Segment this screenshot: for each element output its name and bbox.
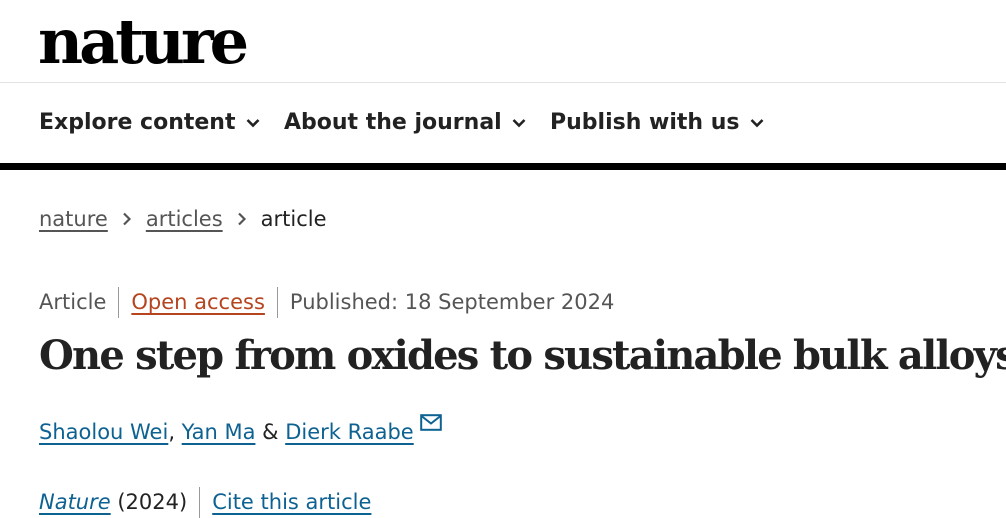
breadcrumb-current: article [260, 207, 327, 231]
breadcrumb-link-articles[interactable]: articles [146, 204, 223, 234]
nav-publish-with-us[interactable]: Publish with us [550, 110, 764, 135]
nav-about-journal[interactable]: About the journal [284, 110, 526, 135]
chevron-right-icon [237, 212, 247, 226]
chevron-down-icon [750, 118, 764, 128]
published-date: Published: 18 September 2024 [289, 290, 615, 314]
article-title: One step from oxides to sustainable bulk… [39, 332, 1006, 379]
chevron-down-icon [246, 118, 260, 128]
journal-link[interactable]: Nature [39, 486, 111, 518]
publication-year: (2024) [110, 490, 188, 514]
citation-line: Nature (2024) Cite this article [39, 486, 371, 518]
cite-divider [199, 486, 201, 518]
author-separator: , [168, 420, 182, 444]
nav-item-label: Explore content [39, 110, 236, 135]
envelope-icon[interactable] [419, 414, 442, 431]
author-separator: & [255, 420, 286, 444]
nav-explore-content[interactable]: Explore content [39, 110, 260, 135]
nav-item-label: Publish with us [550, 110, 740, 135]
main-nav: Explore content About the journal Publis… [0, 83, 1006, 170]
author-link[interactable]: Dierk Raabe [285, 416, 414, 448]
breadcrumb-link-nature[interactable]: nature [39, 204, 108, 234]
meta-divider [276, 286, 278, 318]
author-link[interactable]: Yan Ma [182, 416, 256, 448]
breadcrumb: nature articles article [39, 204, 327, 234]
chevron-right-icon [122, 212, 132, 226]
article-type: Article [39, 290, 107, 314]
cite-this-article-link[interactable]: Cite this article [212, 486, 371, 518]
article-meta: Article Open access Published: 18 Septem… [39, 286, 614, 318]
site-header: nature [0, 0, 1006, 83]
nature-logo[interactable]: nature [38, 2, 249, 82]
open-access-link[interactable]: Open access [131, 286, 265, 318]
nav-item-label: About the journal [284, 110, 502, 135]
author-link[interactable]: Shaolou Wei [39, 416, 168, 448]
chevron-down-icon [512, 118, 526, 128]
meta-divider [118, 286, 120, 318]
author-list: Shaolou Wei , Yan Ma & Dierk Raabe [39, 414, 442, 448]
